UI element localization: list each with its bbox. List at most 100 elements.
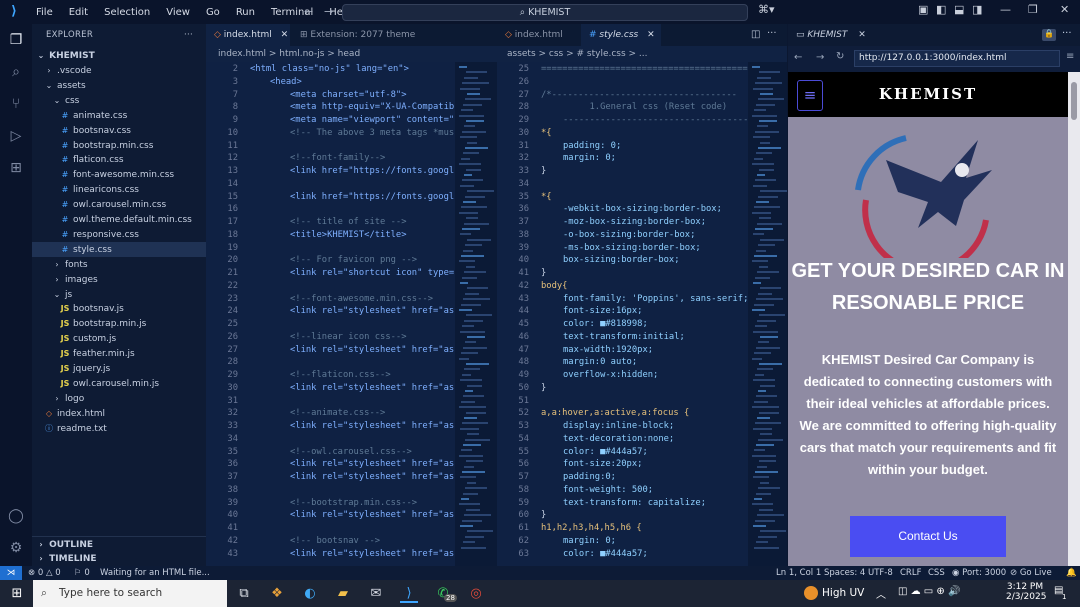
tree-item[interactable]: # linearicons.css: [32, 182, 206, 197]
layout-icon[interactable]: ▣: [918, 3, 928, 16]
tree-item[interactable]: # animate.css: [32, 108, 206, 123]
site-brand[interactable]: KHEMIST: [838, 85, 1018, 103]
run-debug-icon[interactable]: ▷: [6, 126, 26, 146]
preview-tab[interactable]: ▭ KHEMIST ✕: [796, 30, 866, 40]
tree-item[interactable]: # style.css: [32, 241, 206, 257]
weather-label[interactable]: High UV: [822, 587, 864, 599]
tree-item[interactable]: ⌄ js: [32, 287, 206, 302]
minimap[interactable]: [748, 62, 787, 566]
tab-style-css[interactable]: # style.css ✕: [581, 24, 661, 46]
contact-us-button[interactable]: Contact Us: [850, 516, 1006, 557]
command-center-search[interactable]: ⌕ KHEMIST: [342, 4, 748, 21]
tab-index-html[interactable]: ◇ index.html ✕: [206, 24, 290, 46]
code-editor-html[interactable]: 2 <html class="no-js" lang="en"> 3 <head> 7 <…: [206, 62, 497, 566]
tree-item[interactable]: JS jquery.js: [32, 361, 206, 376]
more-actions-icon[interactable]: ···: [767, 28, 777, 39]
tree-item[interactable]: # owl.theme.default.min.css: [32, 212, 206, 227]
chrome-icon[interactable]: ◎: [467, 585, 485, 603]
tree-item[interactable]: JS owl.carousel.min.js: [32, 376, 206, 391]
minimap[interactable]: [455, 62, 497, 566]
menu-item[interactable]: Selection: [96, 7, 158, 18]
tree-item[interactable]: ◇ index.html: [32, 406, 206, 421]
tree-item[interactable]: # bootsnav.css: [32, 123, 206, 138]
encoding[interactable]: UTF-8: [868, 566, 893, 580]
menu-item[interactable]: Edit: [61, 7, 96, 18]
menu-item[interactable]: View: [158, 7, 198, 18]
tree-item[interactable]: JS bootsnav.js: [32, 301, 206, 316]
close-tab-icon[interactable]: ✕: [647, 30, 655, 40]
tree-item[interactable]: # font-awesome.min.css: [32, 167, 206, 182]
url-input[interactable]: http://127.0.0.1:3000/index.html: [854, 50, 1060, 67]
split-editor-icon[interactable]: ◫: [751, 29, 760, 40]
outline-section[interactable]: › OUTLINE: [32, 536, 206, 551]
back-arrow-icon[interactable]: ←: [794, 52, 802, 63]
toggle-panel-icon[interactable]: ⬓: [954, 3, 964, 16]
problems-indicator[interactable]: ⊗ 0 △ 0: [28, 566, 61, 580]
copilot-app-icon[interactable]: ❖: [268, 585, 286, 603]
tree-item[interactable]: JS custom.js: [32, 331, 206, 346]
remote-indicator-icon[interactable]: ⋊: [0, 566, 22, 580]
code-editor-css[interactable]: 25 ======================================…: [497, 62, 787, 566]
explorer-root[interactable]: ⌄ KHEMIST: [32, 48, 206, 63]
scrollbar-thumb[interactable]: [1071, 82, 1077, 120]
explorer-icon[interactable]: ❐: [6, 30, 26, 50]
tree-item[interactable]: # flaticon.css: [32, 152, 206, 167]
task-view-icon[interactable]: ⧉: [235, 585, 253, 603]
more-actions-icon[interactable]: ···: [184, 24, 193, 46]
taskbar-search-input[interactable]: ⌕ Type here to search: [33, 580, 227, 607]
reload-icon[interactable]: ↻: [836, 51, 844, 62]
tree-item[interactable]: ⌄ css: [32, 93, 206, 108]
menu-item[interactable]: Go: [198, 7, 228, 18]
windows-start-icon[interactable]: ⊞: [8, 585, 26, 603]
tree-item[interactable]: › fonts: [32, 257, 206, 272]
copilot-icon[interactable]: ⌘▾: [758, 3, 775, 16]
tree-item[interactable]: # bootstrap.min.css: [32, 138, 206, 153]
preview-scrollbar[interactable]: [1068, 72, 1080, 566]
close-tab-icon[interactable]: ✕: [281, 30, 289, 40]
timeline-section[interactable]: › TIMELINE: [32, 551, 206, 566]
settings-gear-icon[interactable]: ⚙: [6, 538, 26, 558]
tab-extension[interactable]: ⊞ Extension: 2077 theme: [292, 24, 422, 46]
back-arrow-icon[interactable]: ←: [304, 5, 313, 18]
edge-browser-icon[interactable]: ◐: [301, 585, 319, 603]
tree-item[interactable]: ⓘ readme.txt: [32, 421, 206, 436]
language-mode[interactable]: CSS: [928, 566, 945, 580]
tree-item[interactable]: JS bootstrap.min.js: [32, 316, 206, 331]
source-control-icon[interactable]: ⑂: [6, 94, 26, 114]
go-live-button[interactable]: ⊘ Go Live: [1010, 566, 1052, 580]
menu-item[interactable]: File: [28, 7, 61, 18]
forward-arrow-icon[interactable]: →: [816, 52, 824, 63]
tree-item[interactable]: › .vscode: [32, 63, 206, 78]
ports-indicator[interactable]: ⚐ 0: [74, 566, 90, 580]
tree-item[interactable]: JS feather.min.js: [32, 346, 206, 361]
lock-icon[interactable]: 🔒: [1042, 29, 1056, 41]
port-indicator[interactable]: ◉ Port: 3000: [952, 566, 1006, 580]
mail-icon[interactable]: ✉: [367, 585, 385, 603]
hamburger-menu-button[interactable]: ≡: [797, 80, 823, 111]
show-hidden-icons-chevron-icon[interactable]: ︿: [876, 586, 886, 601]
tray-icons[interactable]: ◫ ☁ ▭ ⊕ 🔊: [898, 586, 960, 597]
notifications-bell-icon[interactable]: 🔔: [1066, 566, 1077, 580]
minimize-icon[interactable]: —: [1000, 3, 1011, 16]
menu-item[interactable]: Run: [228, 7, 263, 18]
vscode-app-icon[interactable]: ⟩: [400, 585, 418, 603]
tree-item[interactable]: # responsive.css: [32, 227, 206, 242]
toggle-secondary-icon[interactable]: ◨: [972, 3, 982, 16]
close-icon[interactable]: ✕: [1060, 3, 1069, 16]
account-icon[interactable]: ◯: [6, 506, 26, 526]
file-explorer-icon[interactable]: ▰: [334, 585, 352, 603]
line-ending[interactable]: CRLF: [900, 566, 921, 580]
cursor-position[interactable]: Ln 1, Col 1: [776, 566, 821, 580]
tree-item[interactable]: ⌄ assets: [32, 78, 206, 93]
menu-icon[interactable]: ≡: [1066, 51, 1074, 62]
extensions-icon[interactable]: ⊞: [6, 158, 26, 178]
toggle-sidebar-icon[interactable]: ◧: [936, 3, 946, 16]
indentation[interactable]: Spaces: 4: [824, 566, 865, 580]
tree-item[interactable]: › images: [32, 272, 206, 287]
search-icon[interactable]: ⌕: [6, 62, 26, 82]
maximize-icon[interactable]: ❐: [1028, 3, 1038, 16]
forward-arrow-icon[interactable]: →: [324, 5, 333, 18]
tree-item[interactable]: › logo: [32, 391, 206, 406]
more-actions-icon[interactable]: ···: [1062, 28, 1072, 39]
tab-index-html[interactable]: ◇ index.html: [497, 24, 581, 46]
